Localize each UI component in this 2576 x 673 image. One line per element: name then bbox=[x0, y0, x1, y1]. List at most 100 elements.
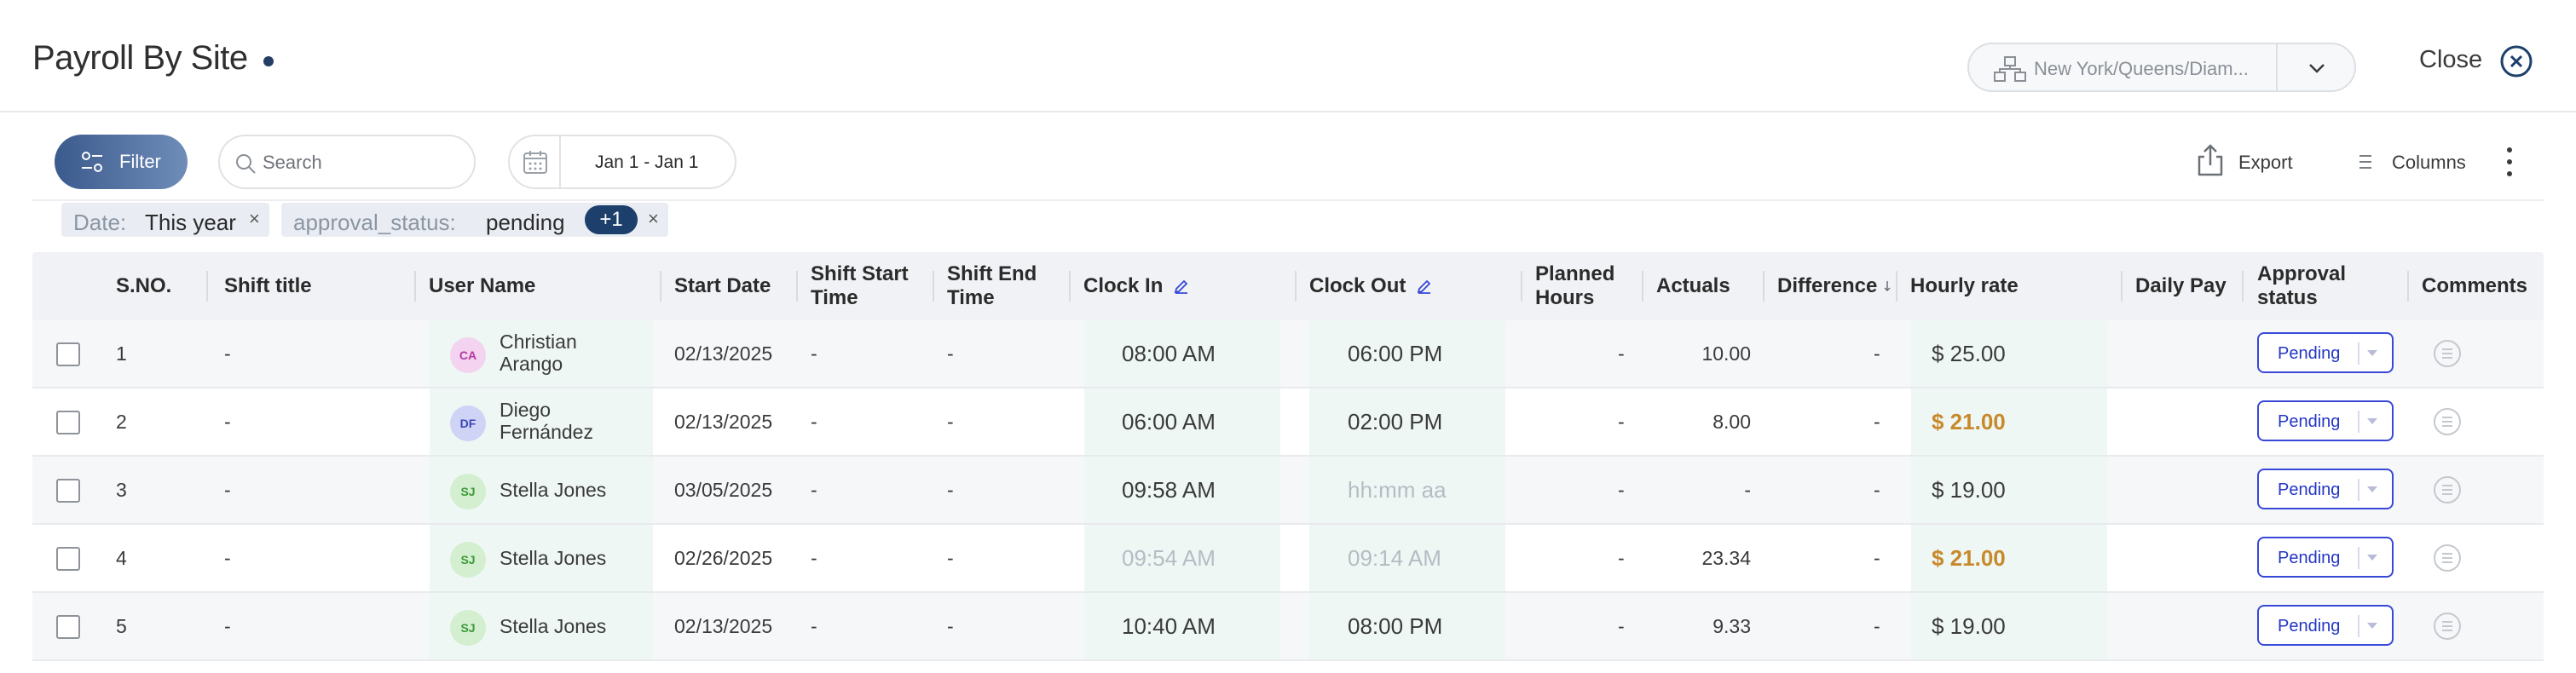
approval-status-select[interactable]: Pending bbox=[2257, 605, 2394, 646]
filter-chip-date[interactable]: Date: This year × bbox=[61, 203, 269, 237]
cell-shift-start: - bbox=[811, 410, 817, 433]
avatar: SJ bbox=[450, 610, 486, 646]
site-selector[interactable]: New York/Queens/Diam... bbox=[1967, 43, 2356, 92]
cell-clock-in[interactable]: 09:58 AM bbox=[1122, 457, 1216, 523]
col-header-comments[interactable]: Comments bbox=[2422, 252, 2527, 320]
col-header-clock-in[interactable]: Clock In bbox=[1083, 252, 1190, 320]
close-icon[interactable] bbox=[2499, 44, 2533, 78]
col-header-user-name[interactable]: User Name bbox=[429, 252, 535, 320]
chip-value: pending bbox=[486, 210, 565, 235]
col-separator bbox=[660, 271, 661, 302]
cell-clock-out[interactable]: 09:14 AM bbox=[1348, 525, 1441, 591]
approval-status-select[interactable]: Pending bbox=[2257, 332, 2394, 373]
table-row[interactable]: 4 - SJ Stella Jones 02/26/2025 - - 09:54… bbox=[32, 525, 2544, 593]
comment-icon[interactable] bbox=[2433, 339, 2462, 368]
toolbar-divider bbox=[32, 199, 2544, 201]
chevron-down-icon[interactable] bbox=[2307, 58, 2327, 78]
chevron-down-icon bbox=[2367, 486, 2377, 492]
cell-user-name[interactable]: Stella Jones bbox=[500, 615, 627, 637]
cell-clock-out[interactable]: hh:mm aa bbox=[1348, 457, 1447, 523]
col-header-approval-status[interactable]: Approval status bbox=[2257, 252, 2359, 320]
approval-status-select[interactable]: Pending bbox=[2257, 469, 2394, 509]
cell-clock-in[interactable]: 06:00 AM bbox=[1122, 388, 1216, 455]
row-checkbox[interactable] bbox=[56, 411, 80, 434]
comment-icon[interactable] bbox=[2433, 475, 2462, 504]
col-separator bbox=[206, 271, 208, 302]
table-row[interactable]: 3 - SJ Stella Jones 03/05/2025 - - 09:58… bbox=[32, 457, 2544, 525]
table-row[interactable]: 5 - SJ Stella Jones 02/13/2025 - - 10:40… bbox=[32, 593, 2544, 661]
comment-icon[interactable] bbox=[2433, 407, 2462, 436]
col-header-difference[interactable]: Difference bbox=[1777, 252, 1891, 320]
search-input[interactable] bbox=[263, 148, 459, 177]
date-range-value: Jan 1 - Jan 1 bbox=[595, 152, 699, 172]
avatar: SJ bbox=[450, 542, 486, 578]
table-row[interactable]: 2 - DF Diego Fernández 02/13/2025 - - 06… bbox=[32, 388, 2544, 457]
approval-status-select[interactable]: Pending bbox=[2257, 400, 2394, 441]
chip-count-badge[interactable]: +1 bbox=[585, 205, 638, 234]
approval-status-select[interactable]: Pending bbox=[2257, 537, 2394, 578]
date-range-picker[interactable]: Jan 1 - Jan 1 bbox=[508, 135, 736, 189]
col-header-start-date[interactable]: Start Date bbox=[674, 252, 771, 320]
search-box[interactable] bbox=[218, 135, 476, 189]
cell-hourly-rate: $ 19.00 bbox=[1932, 476, 2006, 503]
col-header-daily-pay[interactable]: Daily Pay bbox=[2135, 252, 2227, 320]
col-separator bbox=[933, 271, 934, 302]
site-hierarchy-icon bbox=[1994, 56, 2026, 82]
chevron-down-icon bbox=[2367, 350, 2377, 356]
cell-hourly-rate: $ 21.00 bbox=[1932, 544, 2006, 571]
col-header-shift-title[interactable]: Shift title bbox=[224, 252, 312, 320]
cell-clock-out[interactable]: 08:00 PM bbox=[1348, 593, 1442, 659]
chip-remove-icon[interactable]: × bbox=[249, 208, 260, 230]
chip-remove-icon[interactable]: × bbox=[648, 208, 659, 230]
date-icon-wrap bbox=[510, 136, 561, 187]
cell-shift-end: - bbox=[947, 342, 954, 365]
col-header-clock-out[interactable]: Clock Out bbox=[1309, 252, 1433, 320]
row-checkbox[interactable] bbox=[56, 342, 80, 366]
cell-shift-title: - bbox=[224, 342, 231, 365]
chip-key: Date: bbox=[73, 210, 127, 235]
col-header-shift-end-time[interactable]: Shift End Time bbox=[947, 252, 1049, 320]
comment-icon[interactable] bbox=[2433, 544, 2462, 572]
cell-shift-end: - bbox=[947, 546, 954, 569]
cell-planned-hours: - bbox=[1618, 478, 1625, 501]
filter-button-label: Filter bbox=[119, 151, 161, 172]
edit-pencil-icon[interactable] bbox=[1173, 278, 1190, 295]
col-header-hourly-rate[interactable]: Hourly rate bbox=[1910, 252, 2019, 320]
cell-user-name[interactable]: Diego Fernández bbox=[500, 399, 627, 443]
table-row[interactable]: 1 - CA Christian Arango 02/13/2025 - - 0… bbox=[32, 320, 2544, 388]
cell-user-name[interactable]: Stella Jones bbox=[500, 479, 627, 501]
col-header-actuals[interactable]: Actuals bbox=[1656, 252, 1730, 320]
col-header-shift-start-time[interactable]: Shift Start Time bbox=[811, 252, 930, 320]
col-header-planned-hours[interactable]: Planned Hours bbox=[1535, 252, 1629, 320]
difference-header-label: Difference bbox=[1777, 274, 1878, 297]
cell-user-name[interactable]: Christian Arango bbox=[500, 331, 627, 375]
cell-clock-in[interactable]: 08:00 AM bbox=[1122, 320, 1216, 387]
cell-clock-in[interactable]: 10:40 AM bbox=[1122, 593, 1216, 659]
cell-difference: - bbox=[1874, 478, 1880, 501]
close-button-label[interactable]: Close bbox=[2419, 46, 2482, 74]
more-vertical-icon[interactable] bbox=[2503, 145, 2516, 179]
row-checkbox[interactable] bbox=[56, 479, 80, 503]
row-checkbox[interactable] bbox=[56, 615, 80, 639]
site-selector-divider bbox=[2276, 44, 2278, 90]
payroll-page: Payroll By Site New York/Queens/Diam... … bbox=[0, 0, 2576, 673]
cell-shift-start: - bbox=[811, 342, 817, 365]
cell-shift-end: - bbox=[947, 410, 954, 433]
cell-difference: - bbox=[1874, 410, 1880, 433]
cell-user-name[interactable]: Stella Jones bbox=[500, 547, 627, 569]
select-divider bbox=[2358, 479, 2359, 501]
row-checkbox[interactable] bbox=[56, 547, 80, 571]
comment-icon[interactable] bbox=[2433, 612, 2462, 641]
cell-planned-hours: - bbox=[1618, 546, 1625, 569]
filter-chip-approval-status[interactable]: approval_status: pending +1 × bbox=[281, 203, 668, 237]
cell-planned-hours: - bbox=[1618, 614, 1625, 637]
edit-pencil-icon[interactable] bbox=[1416, 278, 1433, 295]
cell-clock-out[interactable]: 02:00 PM bbox=[1348, 388, 1442, 455]
col-header-sno[interactable]: S.NO. bbox=[116, 252, 171, 320]
export-label: Export bbox=[2238, 152, 2293, 173]
sort-arrow-icon[interactable] bbox=[1884, 279, 1891, 293]
cell-clock-in[interactable]: 09:54 AM bbox=[1122, 525, 1216, 591]
cell-clock-out[interactable]: 06:00 PM bbox=[1348, 320, 1442, 387]
cell-hourly-rate: $ 19.00 bbox=[1932, 613, 2006, 639]
filter-button[interactable]: Filter bbox=[55, 135, 188, 189]
